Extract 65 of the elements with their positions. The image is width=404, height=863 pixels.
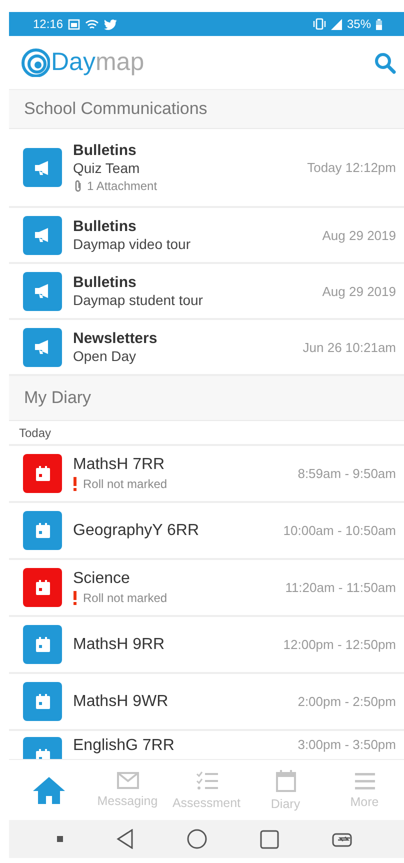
exclamation-icon [73, 477, 77, 491]
class-title: MathsH 9RR [73, 636, 166, 654]
attachment-count: 1 Attachment [87, 179, 158, 193]
mail-icon [116, 772, 138, 789]
communication-item[interactable]: Bulletins Quiz Team 1 Attachment Today 12:12pm [9, 129, 404, 208]
class-title: Science [73, 570, 131, 588]
signal-icon [330, 18, 342, 30]
item-subtitle: Open Day [73, 348, 138, 364]
item-subtitle: Daymap video tour [73, 236, 192, 252]
exclamation-icon [73, 591, 77, 605]
item-date: Today 12:12pm [307, 160, 396, 175]
wifi-icon [85, 18, 100, 30]
class-time: 10:00am - 10:50am [283, 523, 396, 538]
calendar-icon [276, 770, 296, 792]
item-title: Newsletters [73, 330, 158, 347]
class-time: 8:59am - 9:50am [298, 466, 396, 481]
class-title: GeographyY 6RR [73, 522, 200, 540]
communication-item[interactable]: Bulletins Daymap student tour Aug 29 2019 [9, 264, 404, 320]
home-icon [32, 776, 66, 804]
calendar-icon [36, 637, 50, 652]
battery-icon [376, 18, 382, 30]
item-title: Bulletins [73, 274, 138, 291]
item-subtitle: Daymap student tour [73, 292, 204, 308]
item-title: Bulletins [73, 218, 138, 235]
item-subtitle: Quiz Team [73, 160, 141, 176]
calendar-icon [36, 523, 50, 538]
home-button-icon[interactable] [186, 829, 207, 849]
bird-icon [104, 18, 118, 30]
paperclip-icon [73, 180, 83, 192]
diary-item[interactable]: MathsH 9RR 12:00pm - 12:50pm [9, 617, 404, 674]
roll-status-text: Roll not marked [83, 591, 168, 605]
class-title: MathsH 9WR [73, 692, 170, 710]
item-date: Jun 26 10:21am [302, 340, 396, 354]
calendar-icon [36, 694, 50, 709]
search-icon[interactable] [374, 52, 396, 74]
class-title: EnglishG 7RR [73, 737, 176, 755]
class-time: 2:00pm - 2:50pm [298, 694, 396, 709]
item-date: Aug 29 2019 [322, 228, 396, 242]
class-time: 12:00pm - 12:50pm [283, 637, 396, 652]
class-title: MathsH 7RR [73, 456, 166, 474]
item-date: Aug 29 2019 [322, 284, 396, 298]
menu-icon [354, 772, 374, 790]
logo-text: Daymap [51, 48, 144, 77]
checklist-icon [196, 770, 218, 790]
section-title: School Communications [24, 99, 208, 119]
diary-item[interactable]: GeographyY 6RR 10:00am - 10:50am [9, 503, 404, 560]
logo-icon [21, 48, 50, 77]
vibrate-icon [312, 18, 326, 30]
roll-status-text: Roll not marked [83, 477, 168, 491]
back-icon[interactable] [116, 829, 134, 849]
day-label: Today [19, 426, 52, 440]
diary-item[interactable]: Science Roll not marked 11:20am - 11:50am [9, 560, 404, 617]
diary-item[interactable]: MathsH 9WR 2:00pm - 2:50pm [9, 674, 404, 731]
class-time: 3:00pm - 3:50pm [298, 737, 396, 752]
item-title: Bulletins [73, 142, 138, 159]
calendar-icon [36, 580, 50, 595]
notification-icon [68, 18, 80, 30]
communication-item[interactable]: Bulletins Daymap video tour Aug 29 2019 [9, 208, 404, 264]
section-title: My Diary [24, 388, 92, 408]
class-time: 11:20am - 11:50am [285, 580, 396, 595]
diary-item[interactable]: MathsH 7RR Roll not marked 8:59am - 9:50am [9, 446, 404, 503]
recents-icon[interactable] [260, 830, 279, 848]
battery-level: 35% [346, 17, 371, 31]
status-time: 12:16 [33, 17, 64, 31]
calendar-icon [36, 466, 50, 481]
